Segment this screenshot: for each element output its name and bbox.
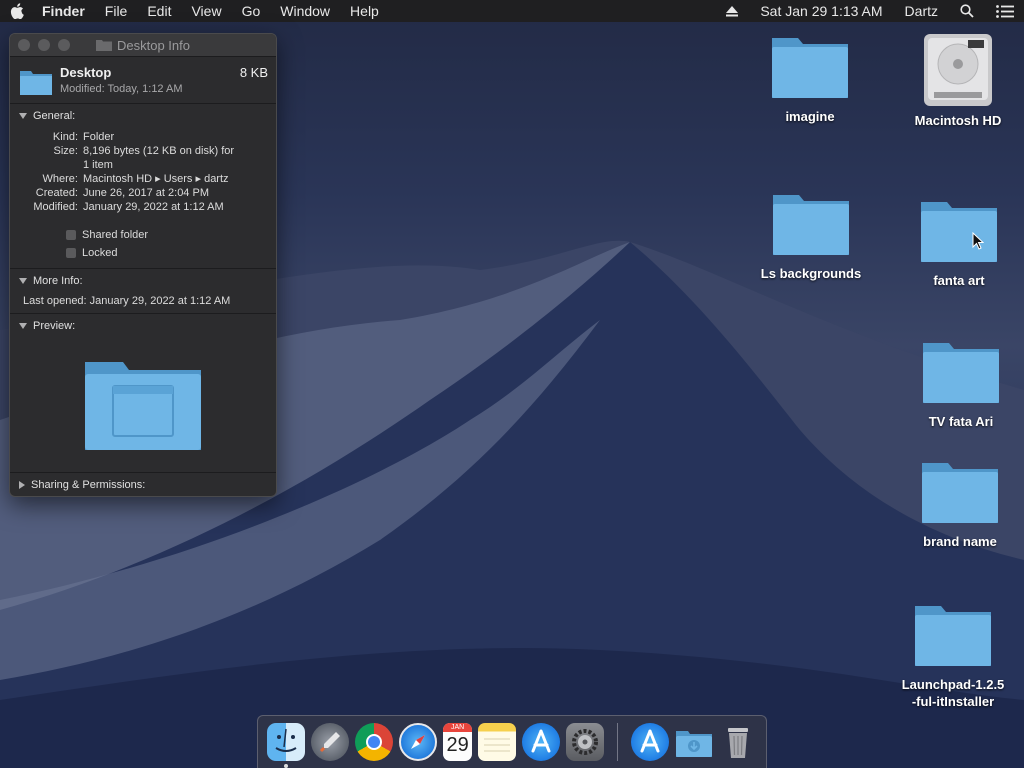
menu-window[interactable]: Window [280,3,330,19]
menu-edit[interactable]: Edit [147,3,171,19]
dock-trash-icon[interactable] [719,723,757,761]
created-row: Created: June 26, 2017 at 2:04 PM [35,187,209,199]
window-title: Desktop Info [96,38,190,53]
folder-preview-icon [85,362,201,450]
shared-folder-checkbox[interactable]: Shared folder [66,226,276,244]
disclosure-down-icon [19,323,27,329]
dock-system-preferences-icon[interactable] [566,723,605,761]
desktop-folder-imagine[interactable]: imagine [745,36,875,125]
preview-section: Preview: [10,314,276,473]
info-header: Desktop Modified: Today, 1:12 AM 8 KB [10,57,276,104]
desktop-folder-tv-fata-ari[interactable]: TV fata Ari [896,341,1024,430]
dock-app-store-downloads-icon[interactable] [631,723,669,761]
general-section: General: Kind: Folder Size: 8,196 bytes (1… [10,104,276,269]
sharing-toggle[interactable]: Sharing & Permissions: [10,477,276,493]
item-modified: Modified: Today, 1:12 AM [60,83,183,95]
folder-icon [922,463,998,523]
apple-icon[interactable] [10,3,24,19]
eject-icon[interactable] [726,5,739,17]
menu-help[interactable]: Help [350,3,379,19]
dock-notes-icon[interactable] [478,723,517,761]
dock-finder-icon[interactable] [267,723,305,768]
disclosure-down-icon [19,278,27,284]
menu-extras: Sat Jan 29 1:13 AM Dartz [704,3,1014,19]
where-row: Where: Macintosh HD ▸ Users ▸ dartz [42,173,229,185]
menu-clock[interactable]: Sat Jan 29 1:13 AM [760,3,882,19]
desktop-folder-brand-name[interactable]: brand name [895,461,1024,550]
desktop-folder-launchpad-installer[interactable]: Launchpad-1.2.5 -ful-itInstaller [888,604,1018,710]
desktop-info-window[interactable]: Desktop Info Desktop Modified: Today, 1:… [9,33,277,497]
disclosure-right-icon [19,481,25,489]
menu-view[interactable]: View [191,3,221,19]
item-size: 8 KB [239,65,268,80]
menu-app-finder[interactable]: Finder [42,3,85,19]
modified-row: Modified: January 29, 2022 at 1:12 AM [33,201,224,213]
notification-center-icon[interactable] [996,4,1014,18]
menu-bar: Finder File Edit View Go Window Help Sat… [0,0,1024,22]
last-opened: Last opened: January 29, 2022 at 1:12 AM [23,295,231,307]
desktop-drive-macintosh-hd[interactable]: Macintosh HD [893,30,1023,129]
disclosure-down-icon [19,113,27,119]
dock-safari-icon[interactable] [399,723,437,761]
hard-drive-icon [924,34,992,106]
folder-icon [773,195,849,255]
dock-separator [617,723,618,761]
sharing-section: Sharing & Permissions: [10,473,276,496]
menu-file[interactable]: File [105,3,128,19]
general-toggle[interactable]: General: [10,108,276,124]
dock-app-store-icon[interactable] [522,723,561,761]
more-info-toggle[interactable]: More Info: [10,273,276,289]
more-info-section: More Info: Last opened: January 29, 2022… [10,269,276,314]
menu-user[interactable]: Dartz [905,3,938,19]
kind-row: Kind: Folder [52,131,115,143]
preview-toggle[interactable]: Preview: [10,318,276,334]
dock-downloads-folder-icon[interactable] [675,723,713,761]
folder-icon [923,343,999,403]
spotlight-search-icon[interactable] [960,4,974,18]
close-button[interactable] [18,39,30,51]
zoom-button[interactable] [58,39,70,51]
folder-icon [915,606,991,666]
desktop-folder-fanta-art[interactable]: fanta art [894,200,1024,289]
dock-calendar-icon[interactable]: JAN 29 [443,723,473,761]
menu-go[interactable]: Go [242,3,261,19]
folder-icon [772,38,848,98]
size-row: Size: 8,196 bytes (12 KB on disk) for 1 it… [53,145,235,171]
mouse-pointer-icon [972,232,984,250]
locked-checkbox[interactable]: Locked [66,244,276,262]
folder-icon [921,202,997,262]
dock: JAN 29 [257,715,767,768]
minimize-button[interactable] [38,39,50,51]
folder-icon [20,71,52,95]
dock-launchpad-icon[interactable] [311,723,349,761]
desktop-folder-ls-backgrounds[interactable]: Ls backgrounds [746,193,876,282]
dock-chrome-icon[interactable] [355,723,393,761]
window-titlebar[interactable]: Desktop Info [10,34,276,57]
item-name: Desktop [60,65,112,80]
folder-icon [96,40,112,51]
